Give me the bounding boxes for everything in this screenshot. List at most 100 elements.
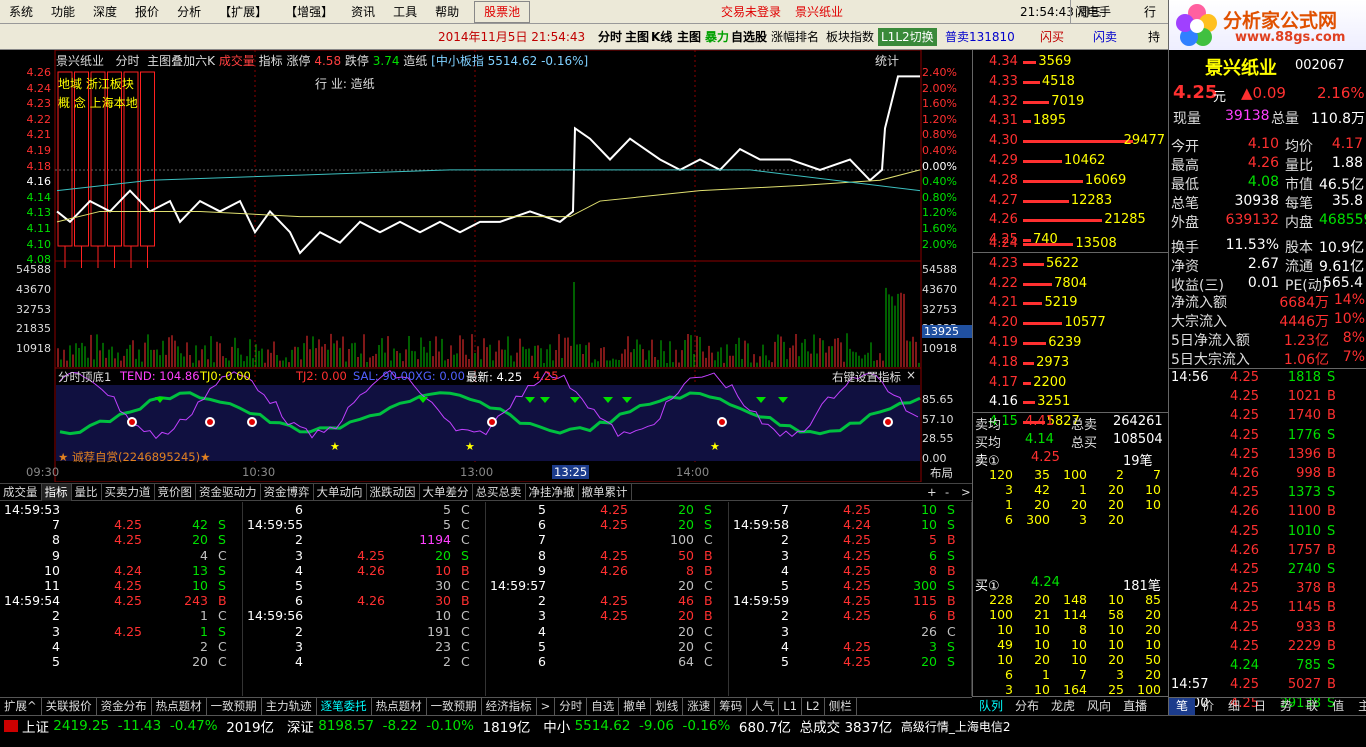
menu-item-2[interactable]: 深度: [84, 0, 126, 24]
ob-tab-1[interactable]: 分布: [1009, 697, 1045, 715]
tag-rank[interactable]: 涨幅排名: [771, 24, 819, 50]
func-tab-18[interactable]: L1: [779, 698, 803, 715]
bid-row[interactable]: 4.24 13508: [973, 234, 1169, 254]
ask-row[interactable]: 4.27 12283: [973, 191, 1169, 211]
bid-row[interactable]: 4.20 10577: [973, 313, 1169, 333]
bottom-tab-6[interactable]: 资金博弈: [261, 484, 314, 501]
menu-item-4[interactable]: 分析: [168, 0, 210, 24]
ob-tab-2[interactable]: 龙虎: [1045, 697, 1081, 715]
bid-row[interactable]: 4.22 7804: [973, 274, 1169, 294]
tab-zhutu[interactable]: 主图: [625, 24, 649, 50]
sh-label[interactable]: 上证: [22, 716, 49, 736]
func-tab-14[interactable]: 划线: [651, 698, 684, 715]
bottom-tab-3[interactable]: 买卖力道: [102, 484, 155, 501]
l1l2-switch[interactable]: L1L2切换: [878, 28, 937, 46]
tab-kline[interactable]: K线: [651, 24, 672, 50]
right-tab-4[interactable]: 势: [1273, 698, 1299, 715]
func-tab-16[interactable]: 筹码: [715, 698, 748, 715]
func-tab-6[interactable]: 逐笔委托: [317, 698, 372, 715]
menu-item-5[interactable]: 【扩展】: [210, 0, 276, 24]
ob-tab-3[interactable]: 风向: [1081, 697, 1117, 715]
func-tab-19[interactable]: L2: [802, 698, 825, 715]
bottom-tab-10[interactable]: 总买总卖: [473, 484, 526, 501]
stock-pool-button[interactable]: 股票池: [474, 1, 531, 23]
intraday-chart[interactable]: ★ ★ ★: [0, 50, 972, 482]
right-tab-5[interactable]: 联: [1299, 698, 1325, 715]
bottom-tab-4[interactable]: 竞价图: [155, 484, 196, 501]
menu-item-6[interactable]: 【增强】: [276, 0, 342, 24]
stat-button[interactable]: 统计: [875, 52, 899, 69]
bottom-tab-9[interactable]: 大单差分: [420, 484, 473, 501]
menu-item-1[interactable]: 功能: [42, 0, 84, 24]
menu-item-0[interactable]: 系统: [0, 0, 42, 24]
layout-button[interactable]: 布局: [930, 465, 953, 481]
menu-item-9[interactable]: 帮助: [426, 0, 468, 24]
tag-zixuan[interactable]: 自选股: [731, 24, 767, 50]
bid-ad[interactable]: 普卖131810: [945, 24, 1015, 50]
bottom-tab-12[interactable]: 撤单累计: [579, 484, 632, 501]
func-tab-0[interactable]: 扩展^: [0, 698, 42, 715]
tag-baoli[interactable]: 暴力: [705, 24, 729, 50]
func-tab-9[interactable]: 经济指标: [482, 698, 537, 715]
func-tab-3[interactable]: 热点题材: [152, 698, 207, 715]
func-tab-13[interactable]: 撤单: [619, 698, 652, 715]
right-tab-2[interactable]: 细: [1221, 698, 1247, 715]
chart-tab-fenshi[interactable]: 分时: [115, 54, 139, 68]
bid-row[interactable]: 4.21 5219: [973, 293, 1169, 313]
ask-row[interactable]: 4.34 3569: [973, 52, 1169, 72]
ask-row[interactable]: 4.33 4518: [973, 72, 1169, 92]
ask-row[interactable]: 4.31 1895: [973, 111, 1169, 131]
ask-row[interactable]: 4.32 7019: [973, 92, 1169, 112]
ask-row[interactable]: 4.26 21285: [973, 210, 1169, 230]
menu-item-3[interactable]: 报价: [126, 0, 168, 24]
right-tab-1[interactable]: 价: [1195, 698, 1221, 715]
flash-trade-button[interactable]: 闪电手: [1070, 0, 1115, 24]
right-tab-6[interactable]: 值: [1325, 698, 1351, 715]
func-tab-10[interactable]: >: [537, 698, 556, 715]
close-icon[interactable]: ×: [906, 368, 916, 382]
func-tab-5[interactable]: 主力轨迹: [262, 698, 317, 715]
func-tab-12[interactable]: 自选: [587, 698, 620, 715]
osc-settings[interactable]: 右键设置指标: [832, 369, 901, 385]
sz-label[interactable]: 深证: [287, 716, 314, 736]
func-tab-8[interactable]: 一致预期: [427, 698, 482, 715]
func-tab-11[interactable]: 分时: [555, 698, 588, 715]
func-tab-2[interactable]: 资金分布: [97, 698, 152, 715]
bottom-tab-8[interactable]: 涨跌动因: [367, 484, 420, 501]
bid-row[interactable]: 4.19 6239: [973, 333, 1169, 353]
login-status[interactable]: 交易未登录: [712, 0, 790, 24]
right-tab-0[interactable]: 笔: [1169, 698, 1196, 715]
tab-zhutu2[interactable]: 主图: [677, 24, 701, 50]
tag-sector[interactable]: 板块指数: [826, 24, 874, 50]
right-tab-3[interactable]: 日: [1247, 698, 1273, 715]
right-tab-7[interactable]: 主: [1351, 698, 1366, 715]
bid-row[interactable]: 4.16 3251: [973, 392, 1169, 412]
bottom-tab-2[interactable]: 量比: [72, 484, 102, 501]
func-tab-4[interactable]: 一致预期: [207, 698, 262, 715]
ask-row[interactable]: 4.29 10462: [973, 151, 1169, 171]
ask-row[interactable]: 4.28 16069: [973, 171, 1169, 191]
ob-tab-4[interactable]: 直播: [1117, 697, 1153, 715]
ask-row[interactable]: 4.30 29477: [973, 131, 1169, 151]
bottom-tab-5[interactable]: 资金驱动力: [196, 484, 261, 501]
func-tab-15[interactable]: 涨速: [683, 698, 716, 715]
func-tab-17[interactable]: 人气: [747, 698, 780, 715]
server-name[interactable]: 高级行情_上海电信2: [901, 718, 1011, 735]
zx-label[interactable]: 中小: [543, 716, 570, 736]
bottom-tab-7[interactable]: 大单动向: [314, 484, 367, 501]
flash-sell-button[interactable]: 闪卖: [1093, 24, 1117, 50]
bottom-tab-1[interactable]: 指标: [41, 484, 72, 501]
func-tab-20[interactable]: 侧栏: [825, 698, 857, 715]
plus-icon[interactable]: +: [924, 484, 940, 501]
bid-row[interactable]: 4.17 2200: [973, 373, 1169, 393]
func-tab-1[interactable]: 关联报价: [42, 698, 97, 715]
menu-item-7[interactable]: 资讯: [342, 0, 384, 24]
bid-row[interactable]: 4.23 5622: [973, 254, 1169, 274]
bid-row[interactable]: 4.18 2973: [973, 353, 1169, 373]
chart-tab-overlay[interactable]: 主图叠加六K: [147, 54, 215, 68]
func-tab-7[interactable]: 热点题材: [372, 698, 427, 715]
bottom-tab-0[interactable]: 成交量: [0, 484, 42, 501]
tab-fenshi[interactable]: 分时: [598, 24, 622, 50]
minus-icon[interactable]: -: [942, 484, 952, 501]
chart-ind-label[interactable]: 指标: [259, 54, 283, 68]
